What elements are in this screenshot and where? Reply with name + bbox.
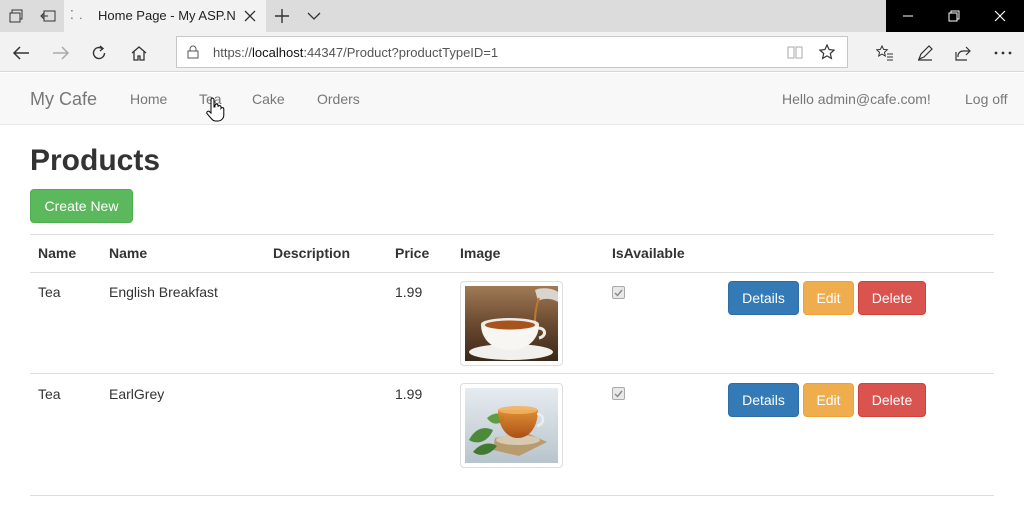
header-image: Image: [460, 245, 501, 261]
tab-loading-icon: ⁚ .: [70, 8, 84, 22]
header-name: Name: [109, 245, 148, 261]
new-tab-icon[interactable]: [272, 6, 292, 26]
edit-button[interactable]: Edit: [803, 281, 854, 315]
close-window-icon[interactable]: [990, 6, 1010, 26]
nav-orders[interactable]: Orders: [317, 91, 360, 107]
back-arrow-icon[interactable]: [10, 42, 32, 64]
refresh-icon[interactable]: [88, 42, 110, 64]
delete-button[interactable]: Delete: [858, 281, 926, 315]
row-price: 1.99: [395, 284, 423, 300]
nav-home[interactable]: Home: [130, 91, 167, 107]
url-text[interactable]: https://localhost:44347/Product?productT…: [213, 45, 498, 60]
row-type: Tea: [38, 386, 61, 402]
create-new-button[interactable]: Create New: [30, 189, 133, 223]
favorite-star-icon[interactable]: [818, 43, 836, 65]
header-description: Description: [273, 245, 351, 261]
site-navbar: My Cafe Home Tea Cake Orders Hello admin…: [0, 73, 1024, 125]
table-top-border: [30, 234, 994, 235]
edit-button[interactable]: Edit: [803, 383, 854, 417]
reading-view-icon[interactable]: [787, 45, 803, 64]
header-isavailable: IsAvailable: [612, 245, 685, 261]
row-name: English Breakfast: [109, 284, 218, 300]
restore-icon[interactable]: [944, 6, 964, 26]
is-available-checkbox[interactable]: [612, 387, 625, 400]
nav-cake[interactable]: Cake: [252, 91, 285, 107]
hand-cursor-icon: [206, 97, 225, 122]
set-tabs-aside-icon[interactable]: [38, 6, 58, 26]
logoff-link[interactable]: Log off: [965, 91, 1008, 107]
active-tab[interactable]: ⁚ . Home Page - My ASP.N: [64, 0, 266, 32]
details-button[interactable]: Details: [728, 281, 799, 315]
address-bar[interactable]: https://localhost:44347/Product?productT…: [176, 36, 848, 68]
tab-title: Home Page - My ASP.N: [98, 8, 236, 23]
header-bottom-border: [30, 272, 994, 273]
browser-tab-bar: ⁚ . Home Page - My ASP.N: [0, 0, 1024, 32]
tab-preview-chevron-icon[interactable]: [304, 6, 324, 26]
web-note-pen-icon[interactable]: [914, 42, 936, 64]
row-divider: [30, 373, 994, 374]
header-price: Price: [395, 245, 430, 261]
header-type-name: Name: [38, 245, 77, 261]
tea-glass-cup-photo-icon: [465, 388, 558, 463]
row-price: 1.99: [395, 386, 423, 402]
tea-cup-pour-photo-icon: [465, 286, 558, 361]
table-bottom-border: [30, 495, 994, 496]
is-available-checkbox[interactable]: [612, 286, 625, 299]
tab-close-icon[interactable]: [240, 6, 260, 26]
product-image: [460, 281, 563, 366]
lock-icon: [187, 45, 199, 64]
details-button[interactable]: Details: [728, 383, 799, 417]
forward-arrow-icon[interactable]: [50, 42, 72, 64]
favorites-hub-icon[interactable]: [874, 42, 896, 64]
minimize-icon[interactable]: [898, 6, 918, 26]
page-title: Products: [30, 144, 161, 177]
user-greeting[interactable]: Hello admin@cafe.com!: [782, 91, 931, 107]
row-type: Tea: [38, 284, 61, 300]
row-name: EarlGrey: [109, 386, 165, 402]
home-icon[interactable]: [128, 42, 150, 64]
more-options-icon[interactable]: [992, 42, 1014, 64]
share-icon[interactable]: [952, 42, 974, 64]
window-controls: [886, 0, 1024, 32]
delete-button[interactable]: Delete: [858, 383, 926, 417]
brand-link[interactable]: My Cafe: [30, 89, 97, 110]
address-toolbar: https://localhost:44347/Product?productT…: [0, 32, 1024, 72]
tab-manager-icon[interactable]: [6, 6, 26, 26]
product-image: [460, 383, 563, 468]
